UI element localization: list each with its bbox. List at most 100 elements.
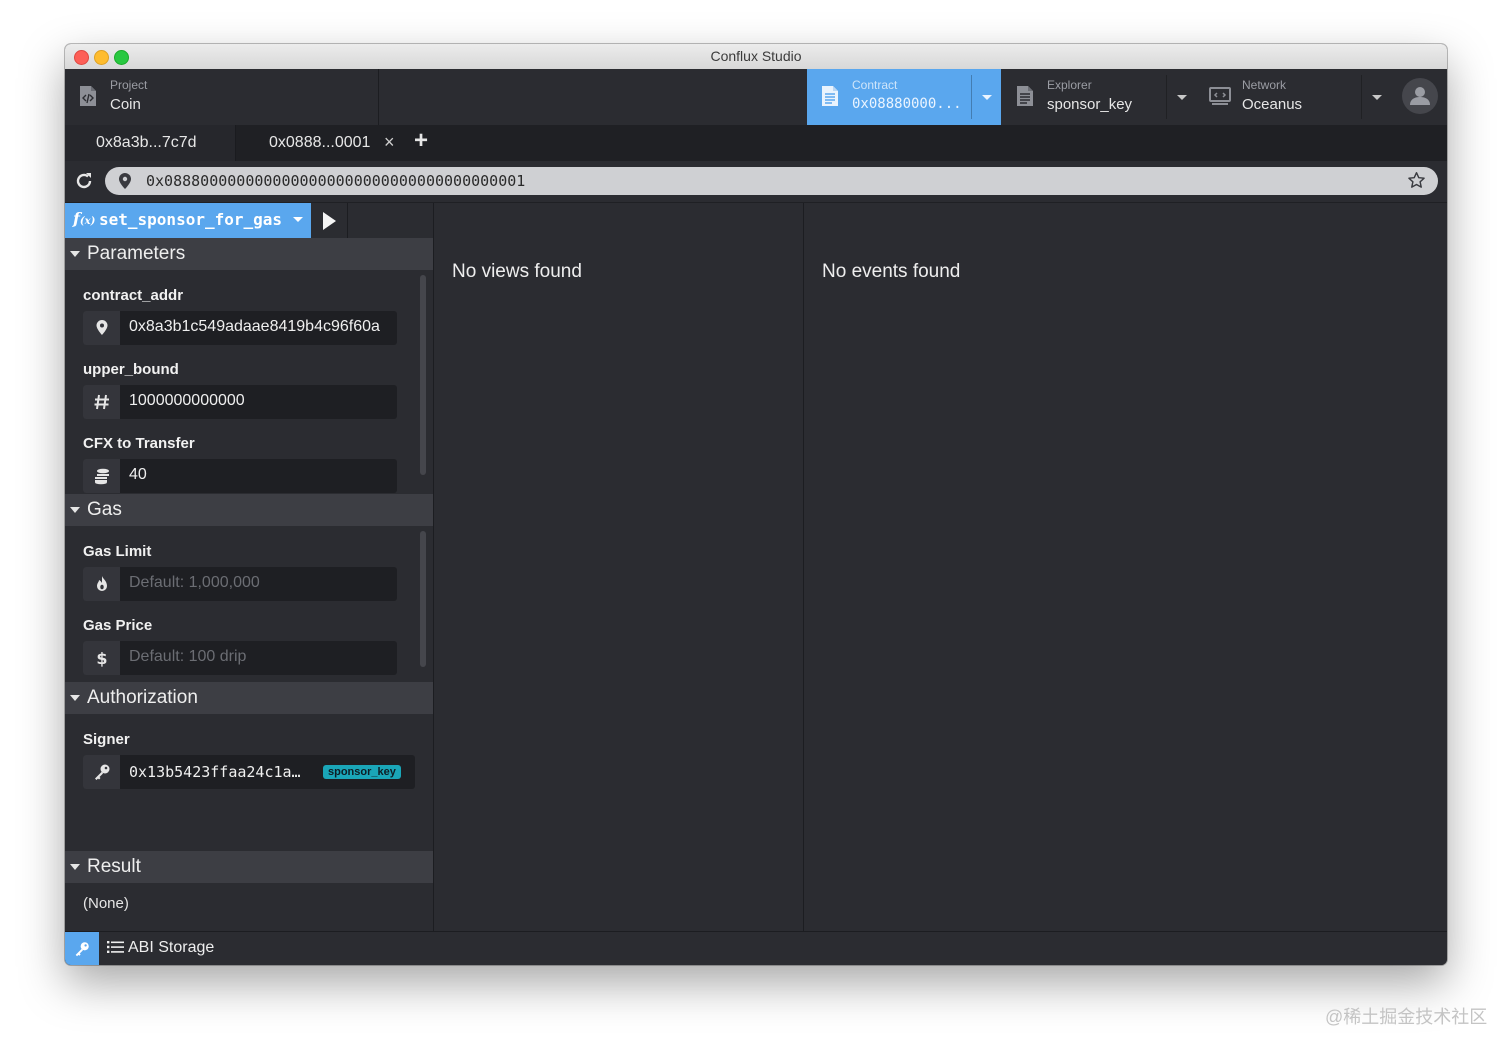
nav-network-value: Oceanus <box>1242 96 1303 113</box>
section-title: Authorization <box>87 687 198 708</box>
nav-network-caption: Network <box>1242 78 1287 92</box>
network-dropdown-button[interactable] <box>1361 75 1390 119</box>
contract-dropdown-button[interactable] <box>971 75 1000 119</box>
chevron-down-icon <box>293 217 303 222</box>
param-value: 40 <box>129 466 147 483</box>
gas-limit-placeholder: Default: 1,000,000 <box>129 574 260 591</box>
param-label: CFX to Transfer <box>83 435 195 452</box>
parameters-scrollbar[interactable] <box>420 275 426 475</box>
signer-key-badge: sponsor_key <box>323 765 401 779</box>
gas-price-placeholder: Default: 100 drip <box>129 648 247 665</box>
code-file-icon <box>80 86 96 106</box>
param-value: 1000000000000 <box>129 392 245 409</box>
contract-actions-panel: f(x) set_sponsor_for_gas Parameters cont… <box>65 203 434 931</box>
key-icon <box>83 755 120 789</box>
events-panel: No events found <box>804 203 1447 931</box>
events-empty-message: No events found <box>822 261 961 282</box>
document-icon <box>1017 86 1033 106</box>
map-pin-icon <box>119 173 131 189</box>
caret-down-icon <box>70 507 80 513</box>
header-nav: Project Coin Contract 0x08880000... Expl… <box>65 69 1447 126</box>
gas-limit-input[interactable]: Default: 1,000,000 <box>83 567 397 601</box>
nav-contract-caption: Contract <box>852 78 898 92</box>
document-icon <box>822 86 838 106</box>
abi-storage-button[interactable]: ABI Storage <box>107 939 214 957</box>
nav-explorer-value: sponsor_key <box>1047 96 1133 113</box>
function-name: set_sponsor_for_gas <box>99 210 283 229</box>
views-empty-message: No views found <box>452 261 582 282</box>
chevron-down-icon <box>982 95 992 100</box>
nav-network[interactable]: Network Oceanus <box>1197 69 1391 125</box>
cfx-to-transfer-input[interactable]: 40 <box>83 459 397 493</box>
hash-icon <box>83 385 120 419</box>
abi-storage-label: ABI Storage <box>128 939 215 956</box>
result-section-header[interactable]: Result <box>65 851 433 883</box>
gas-label: Gas Price <box>83 617 153 634</box>
explorer-dropdown-button[interactable] <box>1166 75 1195 119</box>
tab-label: 0x0888...0001 <box>269 134 371 151</box>
window-title: Conflux Studio <box>710 48 802 64</box>
result-value: (None) <box>83 895 129 912</box>
close-tab-icon[interactable]: × <box>384 132 395 153</box>
app-window: Conflux Studio Project Coin Contract 0x0… <box>65 44 1447 965</box>
nav-project-value: Coin <box>110 96 141 113</box>
signer-address: 0x13b5423ffaa24c1a… <box>129 763 301 781</box>
parameters-section-header[interactable]: Parameters <box>65 238 433 270</box>
map-pin-icon <box>83 311 120 345</box>
upper-bound-input[interactable]: 1000000000000 <box>83 385 397 419</box>
nav-explorer[interactable]: Explorer sponsor_key <box>1002 69 1196 125</box>
address-input[interactable]: 0x08880000000000000000000000000000000000… <box>105 167 1438 195</box>
views-panel: No views found <box>434 203 804 931</box>
function-icon: f(x) <box>73 209 96 228</box>
address-bar: 0x08880000000000000000000000000000000000… <box>65 161 1447 203</box>
section-title: Parameters <box>87 243 186 264</box>
caret-down-icon <box>70 251 80 257</box>
param-label: upper_bound <box>83 361 179 378</box>
param-label: contract_addr <box>83 287 184 304</box>
dollar-icon: $ <box>83 641 120 675</box>
contract-addr-input[interactable]: 0x8a3b1c549adaae8419b4c96f60a <box>83 311 397 345</box>
nav-contract[interactable]: Contract 0x08880000... <box>807 69 1001 125</box>
gas-price-input[interactable]: $ Default: 100 drip <box>83 641 397 675</box>
watermark: @稀土掘金技术社区 <box>1325 1007 1488 1027</box>
tab-contract-2[interactable]: 0x0888...0001 × <box>236 125 404 161</box>
function-bar: f(x) set_sponsor_for_gas <box>65 203 433 239</box>
section-title: Gas <box>87 499 122 520</box>
caret-down-icon <box>70 864 80 870</box>
gas-label: Gas Limit <box>83 543 152 560</box>
chevron-down-icon <box>1177 95 1187 100</box>
nav-explorer-caption: Explorer <box>1047 78 1092 92</box>
tab-label: 0x8a3b...7c7d <box>96 134 197 151</box>
status-bar: ABI Storage <box>65 931 1447 965</box>
reload-icon[interactable] <box>74 171 94 191</box>
nav-project[interactable]: Project Coin <box>65 69 379 125</box>
signer-label: Signer <box>83 731 130 748</box>
play-icon <box>323 212 336 230</box>
svg-text:$: $ <box>96 649 107 668</box>
title-bar: Conflux Studio <box>65 44 1447 70</box>
tab-bar: 0x8a3b...7c7d 0x0888...0001 × + <box>65 125 1447 161</box>
star-icon[interactable] <box>1407 171 1426 190</box>
authorization-section-header[interactable]: Authorization <box>65 682 433 714</box>
user-icon <box>1410 87 1430 105</box>
nav-project-caption: Project <box>110 78 148 92</box>
monitor-code-icon <box>1209 87 1231 105</box>
add-tab-button[interactable]: + <box>414 127 428 155</box>
coins-icon <box>83 459 120 493</box>
param-value: 0x8a3b1c549adaae8419b4c96f60a <box>129 318 380 335</box>
gas-scrollbar[interactable] <box>420 531 426 667</box>
key-icon <box>75 942 89 957</box>
list-icon <box>107 941 124 953</box>
run-function-button[interactable] <box>312 203 348 238</box>
signer-select[interactable]: 0x13b5423ffaa24c1a… sponsor_key <box>83 755 415 789</box>
flame-icon <box>83 567 120 601</box>
function-selector[interactable]: f(x) set_sponsor_for_gas <box>65 203 311 238</box>
caret-down-icon <box>70 695 80 701</box>
nav-contract-value: 0x08880000... <box>852 96 962 112</box>
tab-contract-1[interactable]: 0x8a3b...7c7d <box>65 125 236 161</box>
keypair-manager-button[interactable] <box>65 932 99 965</box>
user-avatar-button[interactable] <box>1402 78 1438 114</box>
gas-section-header[interactable]: Gas <box>65 494 433 526</box>
address-text: 0x08880000000000000000000000000000000000… <box>146 172 526 190</box>
chevron-down-icon <box>1372 95 1382 100</box>
